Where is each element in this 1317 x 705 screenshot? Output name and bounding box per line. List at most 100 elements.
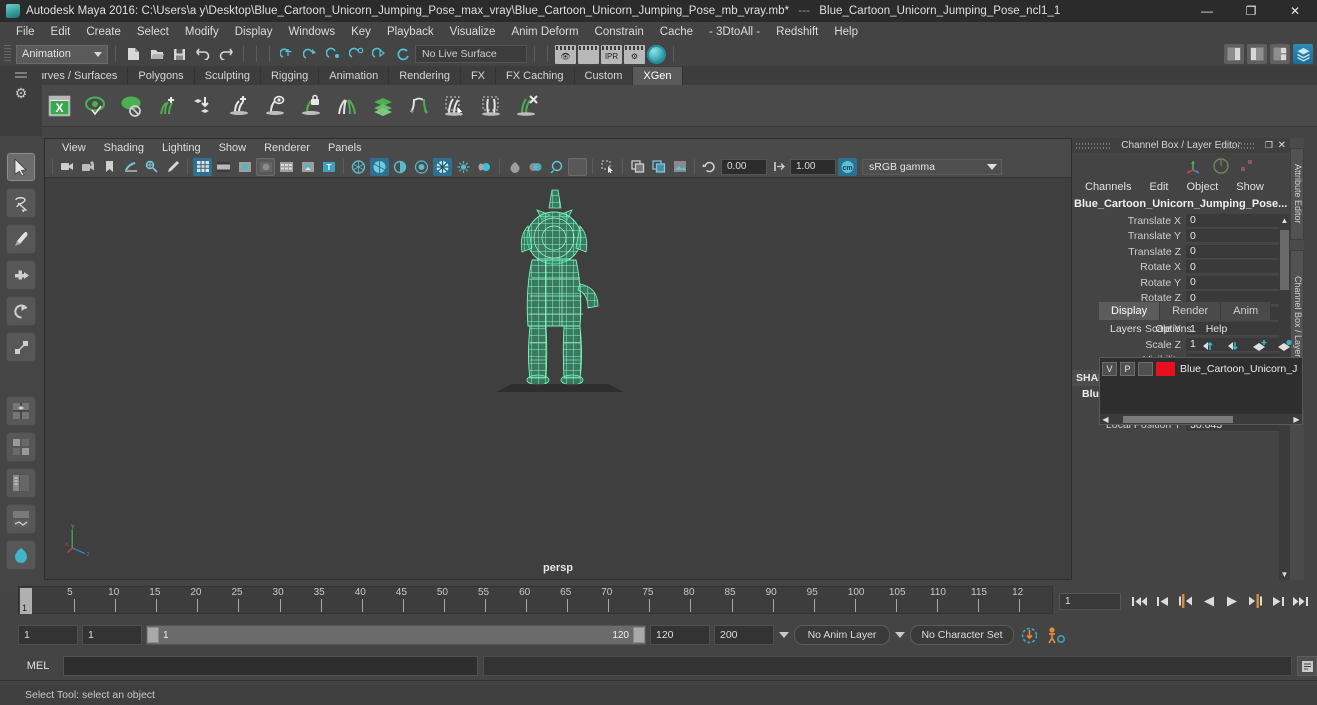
go-to-start-icon[interactable] [1129, 591, 1150, 611]
select-camera-icon[interactable] [58, 158, 77, 176]
snap-to-curve-icon[interactable] [300, 44, 321, 64]
anim-layer-dropdown-arrow[interactable] [778, 625, 790, 645]
exposure-field[interactable]: 0.00 [721, 158, 767, 175]
move-layer-up-icon[interactable] [1202, 339, 1218, 353]
depth-of-field-icon[interactable] [475, 158, 494, 176]
menu-item-anim-deform[interactable]: Anim Deform [503, 22, 586, 42]
command-input[interactable] [63, 656, 478, 676]
character-set-selector[interactable]: No Character Set [910, 625, 1014, 645]
rotate-tool[interactable] [6, 296, 36, 326]
menu-item-select[interactable]: Select [129, 22, 177, 42]
viewport-menu-renderer[interactable]: Renderer [255, 142, 319, 154]
menu-item-file[interactable]: File [8, 22, 43, 42]
convert-guides-icon[interactable] [406, 92, 434, 120]
snap-to-view-plane-icon[interactable] [369, 44, 390, 64]
layer-list-horizontal-scrollbar[interactable]: ◀ ▶ [1100, 414, 1302, 424]
menu-item-redshift[interactable]: Redshift [768, 22, 826, 42]
character-set-dropdown-arrow[interactable] [894, 625, 906, 645]
xray-joints-icon[interactable] [547, 158, 566, 176]
close-panel-icon[interactable]: ✕ [1278, 140, 1286, 151]
import-collection-icon[interactable] [190, 92, 218, 120]
play-backwards-icon[interactable] [1198, 591, 1219, 611]
grease-pencil-icon[interactable] [163, 158, 182, 176]
workspace-selector-icon[interactable] [1293, 44, 1313, 64]
layer-shading-toggle[interactable] [1138, 362, 1153, 376]
new-layer-icon[interactable] [1252, 339, 1268, 353]
layer-list[interactable]: V P Blue_Cartoon_Unicorn_J ◀ ▶ [1099, 357, 1303, 425]
bookmark-icon[interactable] [100, 158, 119, 176]
motion-blur-icon[interactable] [433, 157, 452, 176]
viewport-copy-icon[interactable] [628, 158, 647, 176]
scroll-down-icon[interactable]: ▼ [1280, 569, 1289, 579]
render-current-frame-icon[interactable]: 👁 [555, 44, 576, 64]
rotate-manipulator-icon[interactable] [1212, 157, 1230, 175]
menu-item-cache[interactable]: Cache [652, 22, 701, 42]
viewport-menu-shading[interactable]: Shading [95, 142, 153, 154]
shelf-tab-polygons[interactable]: Polygons [128, 67, 195, 85]
shelf-tab-xgen[interactable]: XGen [633, 67, 683, 85]
time-slider[interactable]: 1 5 10 15 20 25 30 35 40 45 50 55 60 65 70 75 80 85 90 95 1… [18, 586, 1053, 614]
xray-mode-icon[interactable] [526, 158, 545, 176]
close-button[interactable]: ✕ [1273, 0, 1317, 22]
viewport-menu-show[interactable]: Show [210, 142, 256, 154]
scroll-up-icon[interactable]: ▲ [1280, 215, 1289, 225]
play-forwards-icon[interactable] [1221, 591, 1242, 611]
smooth-shade-selected-icon[interactable] [235, 158, 254, 176]
multisample-aa-icon[interactable] [454, 158, 473, 176]
viewport-menu-lighting[interactable]: Lighting [153, 142, 210, 154]
menu-item-key[interactable]: Key [343, 22, 379, 42]
use-default-lighting-icon[interactable] [370, 157, 389, 176]
select-guides-icon[interactable] [442, 92, 470, 120]
layer-row[interactable]: V P Blue_Cartoon_Unicorn_J [1102, 361, 1300, 377]
ipr-render-icon[interactable]: IPR [601, 44, 622, 64]
use-all-lights-icon[interactable] [349, 158, 368, 176]
shelf-tab-rendering[interactable]: Rendering [389, 67, 461, 85]
scale-manipulator-icon[interactable] [1238, 157, 1256, 175]
panel-grip-left[interactable] [1076, 142, 1112, 149]
smooth-shade-all-icon[interactable] [214, 158, 233, 176]
render-view-globe-icon[interactable] [647, 44, 666, 64]
two-d-pan-zoom-icon[interactable] [142, 158, 161, 176]
persp-outliner-layout-icon[interactable] [6, 468, 36, 498]
menu-item-visualize[interactable]: Visualize [442, 22, 504, 42]
layer-playback-toggle[interactable]: P [1120, 362, 1135, 376]
viewport-menu-panels[interactable]: Panels [319, 142, 371, 154]
textured-mode-icon[interactable] [277, 158, 296, 176]
viewport-3d-canvas[interactable]: y z x persp [45, 178, 1071, 579]
shelf-tab-rigging[interactable]: Rigging [260, 67, 320, 85]
gamma-field[interactable]: 1.00 [790, 158, 836, 175]
four-view-layout-icon[interactable] [6, 432, 36, 462]
menuset-selector[interactable]: Animation [16, 44, 108, 64]
shelf-tab-animation[interactable]: Animation [319, 67, 390, 85]
tab-attribute-editor[interactable]: Attribute Editor [1290, 148, 1304, 240]
viewport-paste-icon[interactable] [649, 158, 668, 176]
maximize-button[interactable]: ❐ [1229, 0, 1273, 22]
auto-keyframe-icon[interactable] [1018, 624, 1040, 646]
move-tool[interactable] [6, 260, 36, 290]
hypershade-layout-icon[interactable] [6, 540, 36, 570]
sidebar-toggle-tool-settings-icon[interactable] [1247, 44, 1267, 64]
layer-editor-menu-options[interactable]: Options [1149, 323, 1199, 335]
range-start-handle[interactable] [147, 627, 159, 643]
new-layer-from-selected-icon[interactable] [1277, 339, 1293, 353]
range-start-time-field[interactable]: 1 [82, 625, 142, 645]
shelf-options-grip[interactable] [15, 72, 27, 74]
viewport-snapshot-icon[interactable] [670, 158, 689, 176]
xgen-editor-icon[interactable]: X [46, 92, 74, 120]
layer-editor-tab-anim[interactable]: Anim [1221, 302, 1272, 320]
shelf-tab-custom[interactable]: Custom [574, 67, 634, 85]
select-objects-icon[interactable] [598, 158, 617, 176]
quad-layout-icon[interactable] [6, 396, 36, 426]
channel-value-field[interactable]: 0 [1186, 244, 1290, 259]
redo-icon[interactable] [215, 44, 236, 64]
move-layer-down-icon[interactable] [1227, 339, 1243, 353]
menu-item-help[interactable]: Help [826, 22, 866, 42]
shelf-settings-gear-icon[interactable]: ⚙ [12, 84, 30, 102]
make-live-icon[interactable] [392, 44, 413, 64]
camera-attributes-icon[interactable] [79, 158, 98, 176]
step-back-frame-icon[interactable] [1175, 591, 1196, 611]
color-management-toggle-icon[interactable]: cm [838, 157, 857, 176]
range-slider-bar[interactable]: 1 120 [146, 625, 646, 645]
scroll-left-icon[interactable]: ◀ [1100, 415, 1111, 424]
range-end-time-field[interactable]: 120 [650, 625, 710, 645]
